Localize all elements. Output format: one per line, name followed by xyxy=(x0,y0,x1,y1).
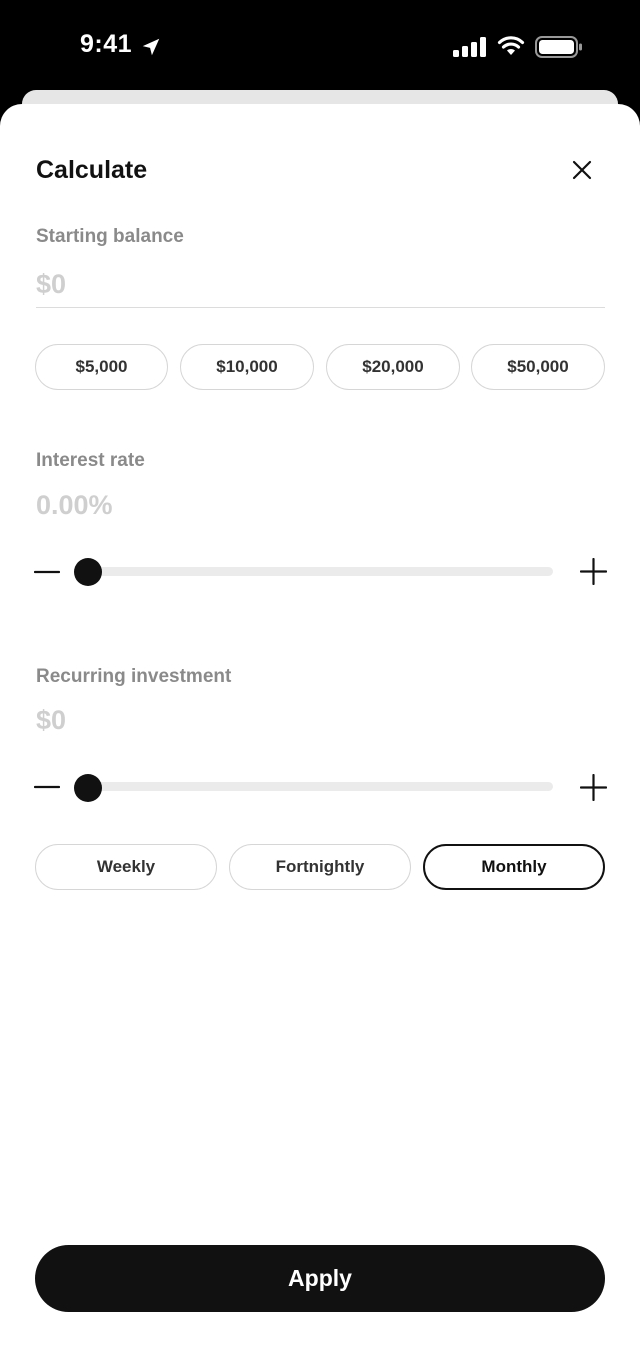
frequency-monthly-button[interactable]: Monthly xyxy=(423,844,605,890)
interest-rate-increase-button[interactable] xyxy=(580,558,607,585)
preset-20000-button[interactable]: $20,000 xyxy=(326,344,460,390)
preset-5000-button[interactable]: $5,000 xyxy=(35,344,168,390)
location-arrow-icon xyxy=(142,38,160,56)
frequency-fortnightly-button[interactable]: Fortnightly xyxy=(229,844,411,890)
preset-50000-button[interactable]: $50,000 xyxy=(471,344,605,390)
interest-rate-value: 0.00% xyxy=(36,490,113,520)
battery-icon xyxy=(535,36,582,58)
close-button[interactable] xyxy=(566,154,598,186)
calculator-sheet: Calculate Starting balance $5,000 $10,00… xyxy=(0,104,640,1351)
interest-rate-decrease-button[interactable] xyxy=(34,559,60,585)
recurring-investment-value: $0 xyxy=(36,705,67,735)
status-time: 9:41 xyxy=(80,30,133,58)
recurring-investment-label: Recurring investment xyxy=(36,666,232,687)
wifi-icon xyxy=(497,36,525,55)
close-icon xyxy=(572,160,592,180)
recurring-investment-decrease-button[interactable] xyxy=(34,774,60,800)
preset-10000-button[interactable]: $10,000 xyxy=(180,344,314,390)
sheet-title: Calculate xyxy=(36,156,148,184)
frequency-weekly-button[interactable]: Weekly xyxy=(35,844,217,890)
recurring-investment-slider-track[interactable] xyxy=(86,782,553,791)
status-bar: 9:41 xyxy=(0,0,640,92)
interest-rate-label: Interest rate xyxy=(36,450,145,471)
starting-balance-label: Starting balance xyxy=(36,226,184,247)
recurring-investment-slider-thumb[interactable] xyxy=(74,774,102,802)
interest-rate-slider-track[interactable] xyxy=(86,567,553,576)
apply-button[interactable]: Apply xyxy=(35,1245,605,1312)
cellular-signal-icon xyxy=(453,37,486,57)
starting-balance-input[interactable] xyxy=(36,262,605,308)
recurring-investment-increase-button[interactable] xyxy=(580,774,607,801)
interest-rate-slider-thumb[interactable] xyxy=(74,558,102,586)
